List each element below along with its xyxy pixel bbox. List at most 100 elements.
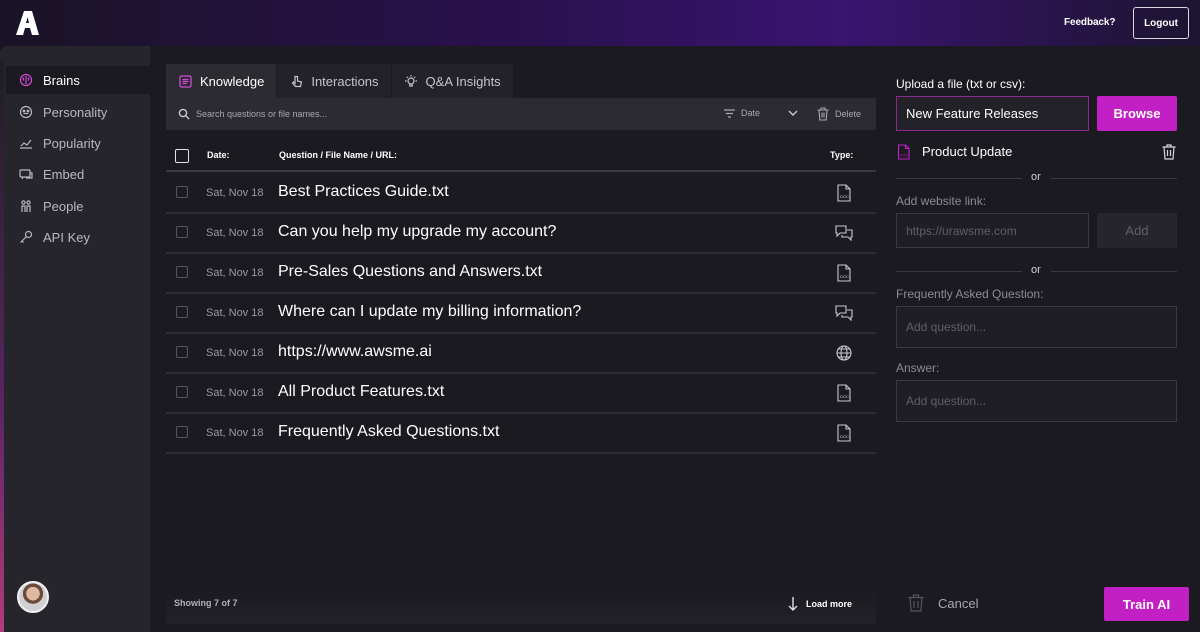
chat-icon — [835, 225, 853, 242]
cancel-button[interactable]: Cancel — [908, 594, 978, 612]
trash-icon — [908, 594, 924, 612]
row-date: Sat, Nov 18 — [206, 427, 264, 439]
search-input[interactable] — [196, 104, 496, 124]
table-row[interactable]: Sat, Nov 18 Where can I update my billin… — [166, 294, 876, 334]
header-name: Question / File Name / URL: — [279, 150, 398, 160]
document-icon: DOC — [897, 144, 910, 160]
row-checkbox[interactable] — [176, 346, 188, 358]
trash-icon — [817, 107, 829, 121]
file-name-input[interactable] — [896, 96, 1089, 131]
load-more-button[interactable]: Load more — [788, 596, 852, 612]
svg-text:DOC: DOC — [840, 434, 849, 439]
load-more-label: Load more — [806, 599, 853, 609]
row-name[interactable]: Pre-Sales Questions and Answers.txt — [278, 263, 542, 281]
row-date: Sat, Nov 18 — [206, 347, 264, 359]
or-separator: or — [896, 171, 1177, 185]
sidebar-item-api-key[interactable]: API Key — [6, 223, 150, 251]
cancel-label: Cancel — [938, 595, 979, 611]
globe-icon — [836, 345, 852, 361]
document-icon: DOC — [837, 184, 851, 202]
sidebar-item-personality[interactable]: Personality — [6, 98, 150, 126]
row-date: Sat, Nov 18 — [206, 387, 264, 399]
faq-question-input[interactable] — [896, 306, 1177, 348]
tab-knowledge[interactable]: Knowledge — [166, 64, 278, 98]
row-name[interactable]: All Product Features.txt — [278, 383, 444, 401]
table-row[interactable]: Sat, Nov 18 Pre-Sales Questions and Answ… — [166, 254, 876, 294]
trash-icon[interactable] — [1162, 144, 1176, 160]
svg-text:DOC: DOC — [840, 274, 849, 279]
answer-label: Answer: — [896, 361, 940, 375]
train-ai-button[interactable]: Train AI — [1104, 587, 1189, 621]
logout-button[interactable]: Logout — [1133, 7, 1189, 39]
svg-text:DOC: DOC — [900, 154, 908, 158]
pointer-icon — [289, 74, 303, 88]
lightbulb-icon — [404, 74, 418, 88]
sidebar-item-label: People — [43, 198, 84, 214]
row-name[interactable]: Frequently Asked Questions.txt — [278, 423, 499, 441]
sidebar-item-label: Embed — [43, 166, 85, 182]
sidebar-item-popularity[interactable]: Popularity — [6, 129, 150, 157]
row-date: Sat, Nov 18 — [206, 267, 264, 279]
or-label: or — [1031, 171, 1041, 183]
table-row[interactable]: Sat, Nov 18 https://www.awsme.ai — [166, 334, 876, 374]
key-icon — [18, 229, 34, 245]
row-name[interactable]: https://www.awsme.ai — [278, 343, 432, 361]
row-checkbox[interactable] — [176, 306, 188, 318]
table-row[interactable]: Sat, Nov 18 Best Practices Guide.txt DOC — [166, 174, 876, 214]
tab-interactions[interactable]: Interactions — [277, 64, 392, 98]
svg-text:DOC: DOC — [840, 394, 849, 399]
sidebar-item-embed[interactable]: Embed — [6, 160, 150, 188]
row-date: Sat, Nov 18 — [206, 307, 264, 319]
uploaded-file-name: Product Update — [922, 144, 1013, 159]
table-toolbar: Date Delete — [166, 98, 876, 130]
sort-by-date[interactable]: Date — [724, 108, 760, 118]
sidebar-item-label: Popularity — [43, 135, 101, 151]
sidebar-item-label: API Key — [43, 229, 90, 245]
row-checkbox[interactable] — [176, 386, 188, 398]
header-type: Type: — [830, 150, 854, 160]
header-date: Date: — [207, 150, 230, 160]
sort-label: Date — [741, 108, 761, 118]
answer-input[interactable] — [896, 380, 1177, 422]
website-link-input[interactable] — [896, 213, 1089, 248]
app-logo[interactable] — [14, 10, 40, 36]
search-icon — [178, 108, 190, 120]
svg-text:DOC: DOC — [840, 194, 849, 199]
brain-icon — [18, 72, 34, 88]
face-icon — [18, 104, 34, 120]
row-checkbox[interactable] — [176, 186, 188, 198]
table-footer: Showing 7 of 7 Load more — [166, 588, 876, 624]
row-checkbox[interactable] — [176, 226, 188, 238]
select-all-checkbox[interactable] — [175, 149, 189, 163]
chart-icon — [18, 135, 34, 151]
table-row[interactable]: Sat, Nov 18 Frequently Asked Questions.t… — [166, 414, 876, 454]
chevron-down-icon[interactable] — [788, 109, 798, 117]
sidebar-item-brains[interactable]: Brains — [6, 66, 150, 94]
tab-qa-insights[interactable]: Q&A Insights — [391, 64, 514, 98]
user-avatar[interactable] — [17, 581, 49, 613]
filter-icon — [724, 108, 735, 118]
upload-label: Upload a file (txt or csv): — [896, 77, 1026, 91]
or-separator: or — [896, 264, 1177, 278]
sidebar-item-people[interactable]: People — [6, 192, 150, 220]
website-label: Add website link: — [896, 194, 987, 208]
add-link-button[interactable]: Add — [1097, 213, 1177, 248]
sidebar-accent-bar — [0, 60, 4, 632]
row-name[interactable]: Can you help my upgrade my account? — [278, 223, 556, 241]
browse-button[interactable]: Browse — [1097, 96, 1177, 131]
row-checkbox[interactable] — [176, 266, 188, 278]
table-row[interactable]: Sat, Nov 18 Can you help my upgrade my a… — [166, 214, 876, 254]
faq-label: Frequently Asked Question: — [896, 287, 1044, 301]
sidebar-item-label: Personality — [43, 104, 108, 120]
row-checkbox[interactable] — [176, 426, 188, 438]
tab-bar: Knowledge Interactions Q&A Insights — [166, 64, 514, 98]
row-date: Sat, Nov 18 — [206, 187, 264, 199]
delete-button[interactable]: Delete — [817, 107, 861, 121]
row-name[interactable]: Where can I update my billing informatio… — [278, 303, 581, 321]
document-icon: DOC — [837, 424, 851, 442]
or-label: or — [1031, 264, 1041, 276]
knowledge-table: Sat, Nov 18 Best Practices Guide.txt DOC… — [166, 174, 876, 454]
feedback-link[interactable]: Feedback? — [1064, 17, 1115, 28]
row-name[interactable]: Best Practices Guide.txt — [278, 183, 449, 201]
table-row[interactable]: Sat, Nov 18 All Product Features.txt DOC — [166, 374, 876, 414]
